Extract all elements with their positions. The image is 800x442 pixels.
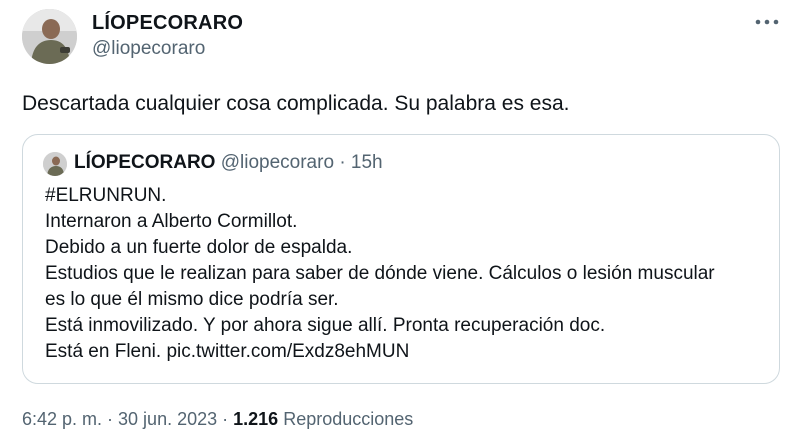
views-label: Reproducciones xyxy=(283,409,414,429)
person-photo-avatar-icon xyxy=(22,9,77,64)
quoted-author-handle[interactable]: @liopecoraro xyxy=(221,152,334,173)
quoted-tweet-line[interactable]: #ELRUNRUN. xyxy=(45,183,765,209)
quoted-tweet-time[interactable]: 15h xyxy=(351,152,383,173)
author-handle[interactable]: @liopecoraro xyxy=(92,38,205,60)
author-display-name[interactable]: LÍOPECORARO xyxy=(92,12,243,35)
quoted-tweet-body: #ELRUNRUN. Internaron a Alberto Cormillo… xyxy=(45,183,765,365)
quoted-author-avatar[interactable] xyxy=(43,152,67,176)
quoted-tweet-card[interactable]: LÍOPECORARO @liopecoraro · 15h #ELRUNRUN… xyxy=(22,134,780,384)
tweet-timestamp[interactable]: 6:42 p. m. · 30 jun. 2023 · xyxy=(22,409,228,429)
quoted-tweet-line: es lo que él mismo dice podría ser. xyxy=(45,289,339,310)
separator-dot: · xyxy=(339,152,346,173)
quoted-tweet-line: Estudios que le realizan para saber de d… xyxy=(45,263,715,284)
quoted-tweet-line: Internaron a Alberto Cormillot. xyxy=(45,211,298,232)
tweet-meta: 6:42 p. m. · 30 jun. 2023 · 1.216 Reprod… xyxy=(22,409,413,430)
views-count: 1.216 xyxy=(233,409,279,429)
quoted-tweet-line[interactable]: Está en Fleni. pic.twitter.com/Exdz8ehMU… xyxy=(45,339,765,365)
quoted-tweet-line: Está inmovilizado. Y por ahora sigue all… xyxy=(45,315,606,336)
quoted-tweet-header: LÍOPECORARO @liopecoraro · 15h xyxy=(74,152,383,174)
more-dots-icon[interactable] xyxy=(754,10,780,34)
tweet-text: Descartada cualquier cosa complicada. Su… xyxy=(22,92,570,115)
author-avatar[interactable] xyxy=(22,9,77,64)
quoted-author-name[interactable]: LÍOPECORARO xyxy=(74,152,215,173)
quoted-tweet-line: Debido a un fuerte dolor de espalda. xyxy=(45,237,353,258)
person-photo-avatar-icon xyxy=(43,152,67,176)
